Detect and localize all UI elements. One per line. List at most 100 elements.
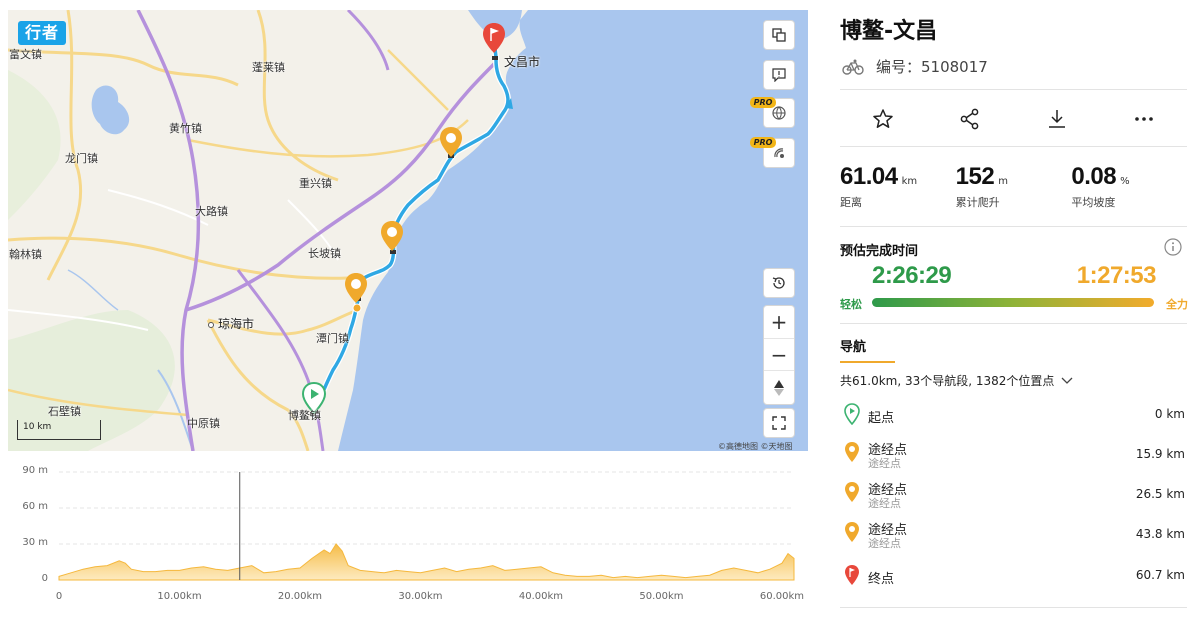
compass-button[interactable] [764, 371, 794, 404]
nav-summary[interactable]: 共61.0km, 33个导航段, 1382个位置点 [840, 372, 1074, 389]
fullscreen-icon [772, 416, 786, 430]
map-scale: 10 km [17, 420, 101, 440]
divider [840, 89, 1187, 90]
fullscreen-button[interactable] [763, 408, 795, 438]
waypoint-distance: 43.8 km [1135, 527, 1185, 541]
via-pin-icon[interactable] [380, 220, 404, 252]
y-tick-label: 0 [41, 573, 48, 584]
map-canvas[interactable] [8, 10, 808, 451]
favorite-button[interactable] [840, 100, 927, 138]
stat-ascent: 152 m 累计爬升 [956, 163, 1072, 210]
waypoint-row[interactable]: 途经点 途经点 43.8 km [840, 519, 1187, 555]
compass-icon [774, 379, 784, 396]
city-dot-icon [208, 321, 214, 328]
elevation-plot[interactable] [8, 460, 808, 610]
stat-unit: % [1120, 176, 1130, 187]
x-tick-label: 30.00km [398, 591, 443, 602]
copy-button[interactable] [763, 20, 795, 50]
waypoint-subtitle: 途经点 [868, 537, 901, 550]
place-label: 黄竹镇 [169, 122, 202, 135]
pro-badge: PRO [750, 137, 776, 148]
via-pin-icon [845, 442, 859, 462]
star-icon [873, 109, 894, 128]
end-pin-icon[interactable] [482, 22, 506, 54]
divider [840, 607, 1187, 608]
waypoint-distance: 60.7 km [1135, 568, 1185, 582]
place-label: 潭门镇 [316, 332, 349, 345]
feedback-icon [772, 68, 786, 82]
divider [840, 226, 1187, 227]
eta-gradient-bar [872, 298, 1154, 307]
stat-label: 距离 [840, 196, 862, 209]
via-pin-icon[interactable] [439, 126, 463, 158]
share-button[interactable] [927, 100, 1014, 138]
waypoint-row[interactable]: 起点 0 km [840, 401, 1187, 437]
nav-summary-text: 共61.0km, 33个导航段, 1382个位置点 [840, 374, 1055, 388]
route-detail-page: 行者 富文镇 蓬莱镇 文昌市 黄竹镇 龙门镇 重兴镇 大路镇 翰林镇 长坡镇 琼… [0, 0, 1199, 617]
place-label: 蓬莱镇 [252, 61, 285, 74]
x-tick-label: 10.00km [157, 591, 202, 602]
waypoint-distance: 0 km [1154, 407, 1185, 421]
map-attribution: ©高德地图 ©天地图 [718, 442, 793, 451]
x-tick-label: 0 [55, 591, 63, 602]
place-label: 中原镇 [187, 417, 220, 430]
place-label: 富文镇 [9, 48, 42, 61]
stat-unit: m [998, 176, 1008, 187]
zoom-out-button[interactable]: − [764, 339, 794, 372]
more-button[interactable] [1100, 100, 1187, 138]
route-id: 编号：5108017 [876, 58, 988, 76]
stat-value: 61.04 [840, 163, 898, 190]
tab-navigation[interactable]: 导航 [840, 336, 866, 355]
divider [840, 323, 1187, 324]
x-tick-label: 50.00km [639, 591, 684, 602]
globe-icon [772, 106, 786, 120]
stat-label: 累计爬升 [955, 196, 1000, 209]
stat-label: 平均坡度 [1071, 196, 1116, 209]
stat-value: 0.08 [1071, 163, 1117, 190]
place-label: 翰林镇 [9, 248, 42, 261]
waypoint-distance: 26.5 km [1135, 487, 1185, 501]
action-bar [840, 100, 1187, 138]
via-pin-icon[interactable] [344, 272, 368, 304]
stat-value: 152 [955, 163, 995, 190]
eta-easy-time: 2:26:29 [872, 262, 952, 289]
eta-hard-time: 1:27:53 [1076, 262, 1157, 289]
divider [840, 146, 1187, 147]
elevation-area [58, 543, 795, 581]
route-title: 博鳌-文昌 [840, 19, 938, 44]
eta-easy-label: 轻松 [840, 298, 862, 311]
zoom-controls: + − [763, 305, 795, 405]
waypoint-subtitle: 途经点 [868, 497, 901, 510]
stat-distance: 61.04 km 距离 [840, 163, 956, 210]
more-icon [1134, 117, 1153, 121]
share-icon [960, 108, 979, 130]
waypoint-row[interactable]: 途经点 途经点 26.5 km [840, 479, 1187, 515]
waypoint-row[interactable]: 途经点 途经点 15.9 km [840, 439, 1187, 475]
route-stats: 61.04 km 距离 152 m 累计爬升 0.08% 平均坡度 [840, 163, 1187, 210]
tab-underline [840, 361, 895, 363]
elevation-chart[interactable]: 90 m 60 m 30 m 0 0 10.00km 20.00km 30.00km 40.00… [8, 460, 808, 610]
download-icon [1048, 110, 1065, 128]
x-tick-label: 40.00km [518, 591, 564, 602]
place-label: 长坡镇 [308, 247, 341, 260]
via-pin-icon [845, 522, 859, 542]
x-tick-label: 20.00km [277, 591, 323, 602]
download-button[interactable] [1014, 100, 1101, 138]
stat-grade: 0.08% 平均坡度 [1071, 163, 1187, 210]
start-pin-icon [844, 403, 860, 425]
waypoint-name: 起点 [868, 411, 895, 426]
zoom-in-button[interactable]: + [764, 306, 794, 339]
route-id-line: 编号：5108017 [842, 56, 988, 77]
waypoint-subtitle: 途经点 [868, 457, 901, 470]
feedback-button[interactable] [763, 60, 795, 90]
place-label: 石壁镇 [48, 405, 81, 418]
place-label: 大路镇 [195, 205, 228, 218]
x-tick-label: 60.00km [759, 591, 805, 602]
route-info-panel: 博鳌-文昌 编号：5108017 61.04 km 距离 152 m 累计爬升 … [840, 0, 1190, 617]
reset-view-button[interactable] [763, 268, 795, 298]
info-icon[interactable] [1164, 238, 1182, 256]
route-map[interactable]: 行者 富文镇 蓬莱镇 文昌市 黄竹镇 龙门镇 重兴镇 大路镇 翰林镇 长坡镇 琼… [8, 10, 808, 451]
satellite-icon [774, 148, 784, 158]
waypoint-row[interactable]: 终点 60.7 km [840, 562, 1187, 598]
place-label: 文昌市 [504, 55, 541, 69]
